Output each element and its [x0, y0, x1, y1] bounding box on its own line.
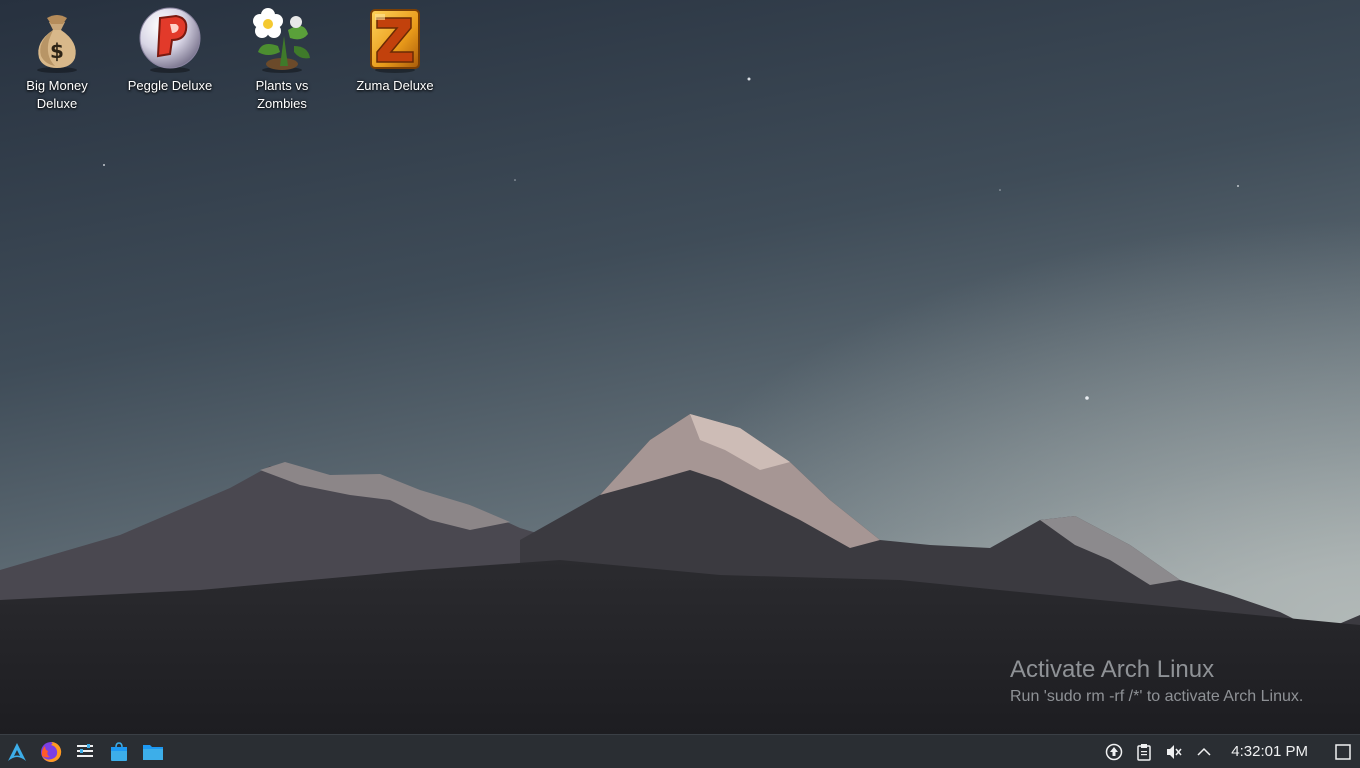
volume-button[interactable] — [1159, 735, 1189, 768]
taskbar-clock[interactable]: 4:32:01 PM — [1219, 735, 1326, 768]
watermark-subtitle: Run 'sudo rm -rf /*' to activate Arch Li… — [1010, 688, 1304, 705]
desktop-icon-plants-vs-zombies[interactable]: Plants vs Zombies — [230, 6, 334, 113]
volume-muted-icon — [1167, 745, 1182, 759]
file-manager-icon — [143, 744, 163, 760]
show-hidden-icons-button[interactable] — [1189, 735, 1219, 768]
software-store-launcher[interactable] — [102, 735, 136, 768]
system-settings-launcher[interactable] — [68, 735, 102, 768]
system-tray: 4:32:01 PM — [1099, 735, 1360, 768]
application-launcher-button[interactable] — [0, 735, 34, 768]
settings-panel-icon — [77, 743, 93, 757]
activation-watermark: Activate Arch Linux Run 'sudo rm -rf /*'… — [1010, 654, 1303, 708]
arch-menu-icon — [8, 742, 26, 761]
update-notifier-button[interactable] — [1099, 735, 1129, 768]
clipboard-icon — [1137, 744, 1152, 761]
clipboard-button[interactable] — [1129, 735, 1159, 768]
svg-text:$: $ — [50, 39, 64, 63]
desktop-icon-peggle[interactable]: Peggle Deluxe — [118, 6, 222, 95]
desktop-icon-zuma[interactable]: Zuma Deluxe — [343, 6, 447, 95]
desktop-icon-label: Zuma Deluxe — [356, 78, 434, 93]
show-desktop-button[interactable] — [1326, 735, 1360, 768]
firefox-icon — [41, 741, 62, 762]
show-desktop-icon — [1335, 744, 1351, 760]
desktop-icon-label: Peggle Deluxe — [127, 78, 213, 93]
file-manager-launcher[interactable] — [136, 735, 170, 768]
update-icon — [1106, 743, 1123, 761]
desktop-icon-label: Big Money Deluxe — [26, 78, 88, 111]
desktop-icon-label: Plants vs Zombies — [255, 78, 309, 111]
desktop-wallpaper — [0, 0, 1360, 734]
watermark-title: Activate Arch Linux — [1010, 656, 1215, 683]
taskbar: 4:32:01 PM — [0, 734, 1360, 768]
firefox-launcher[interactable] — [34, 735, 68, 768]
desktop-icon-big-money[interactable]: $ Big Money Deluxe — [5, 6, 109, 113]
chevron-up-icon — [1197, 747, 1211, 756]
plants-vs-zombies-icon — [253, 8, 310, 73]
money-bag-icon: $ — [37, 15, 77, 73]
zuma-icon — [370, 9, 420, 73]
store-icon — [111, 741, 127, 761]
peggle-icon — [139, 7, 201, 73]
